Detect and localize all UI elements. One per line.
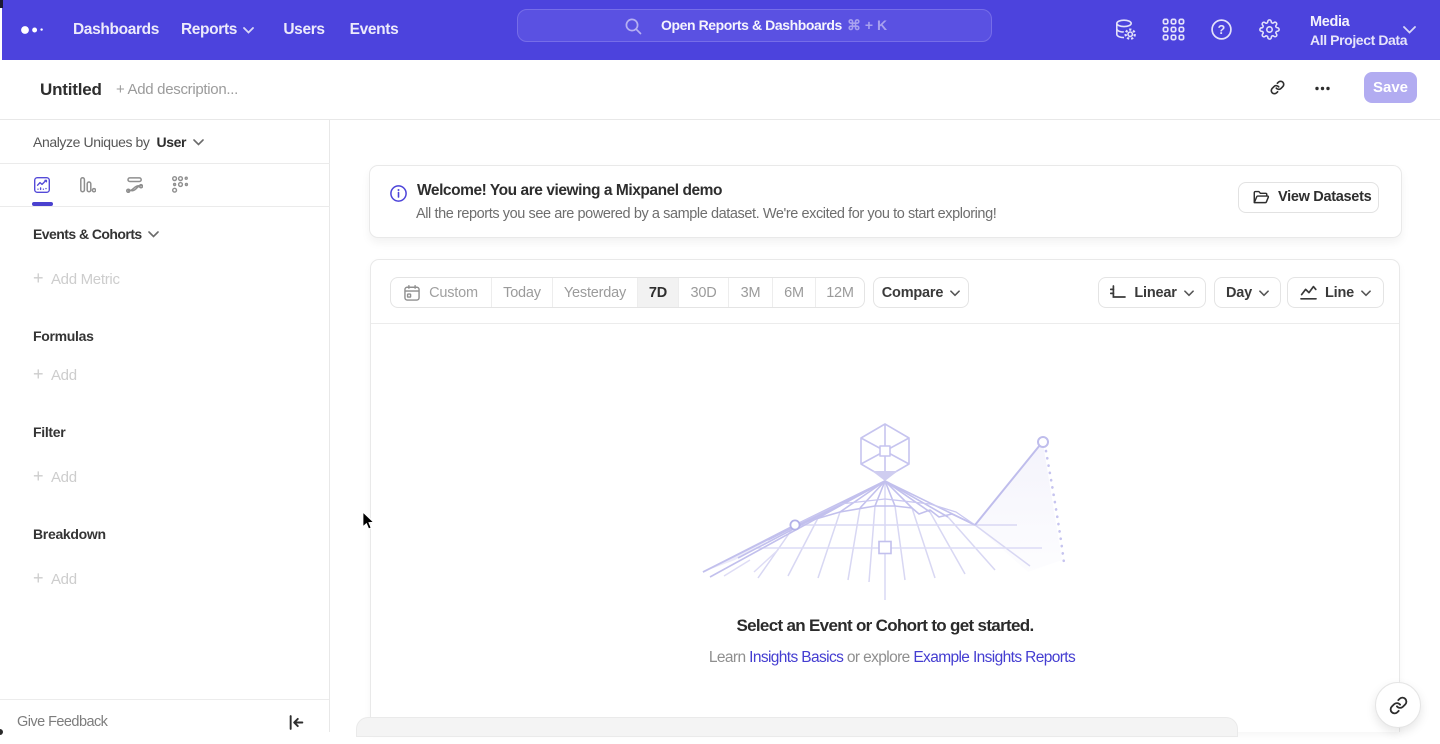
svg-text:?: ? [1218,23,1226,37]
